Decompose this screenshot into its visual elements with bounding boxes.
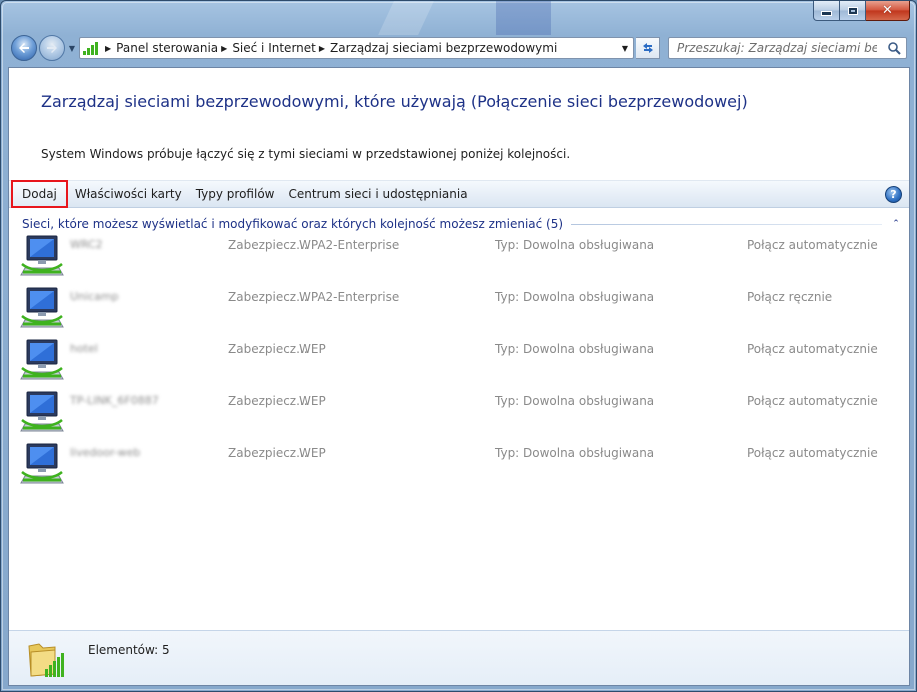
breadcrumb-manage-wireless[interactable]: Zarządzaj sieciami bezprzewodowymi bbox=[330, 41, 557, 55]
back-arrow-icon bbox=[19, 43, 29, 53]
item-count: Elementów: 5 bbox=[88, 643, 170, 657]
security-label: Zabezpiecz... bbox=[228, 342, 308, 356]
network-center-button[interactable]: Centrum sieci i udostępniania bbox=[281, 181, 474, 207]
forward-arrow-icon bbox=[47, 43, 57, 53]
wireless-network-computer-icon bbox=[20, 391, 64, 432]
network-row[interactable]: WRC2 Zabezpiecz... WPA2-Enterprise Typ: Dowo… bbox=[9, 234, 909, 286]
security-value: WEP bbox=[299, 394, 326, 408]
connection-mode: Połącz automatycznie bbox=[747, 394, 878, 408]
network-row[interactable]: hotel Zabezpiecz... WEP Typ: Dowolna obsługi… bbox=[9, 338, 909, 390]
search-icon[interactable] bbox=[887, 41, 901, 55]
wireless-signal-icon bbox=[83, 42, 98, 55]
network-row[interactable]: TP-LINK_6F0887 Zabezpiecz... WEP Typ: Dowoln… bbox=[9, 390, 909, 442]
security-label: Zabezpiecz... bbox=[228, 446, 308, 460]
connection-mode: Połącz ręcznie bbox=[747, 290, 833, 304]
titlebar-glass-streak bbox=[378, 1, 434, 35]
network-list: WRC2 Zabezpiecz... WPA2-Enterprise Typ: Dowo… bbox=[9, 234, 909, 494]
content-pane: Zarządzaj sieciami bezprzewodowymi, któr… bbox=[8, 67, 910, 686]
command-bar: Dodaj Właściwości karty Typy profilów Ce… bbox=[9, 180, 909, 208]
type-label: Typ: bbox=[495, 446, 520, 460]
wireless-network-computer-icon bbox=[20, 287, 64, 328]
page-description: System Windows próbuje łączyć się z tymi… bbox=[41, 147, 571, 161]
type-value: Dowolna obsługiwana bbox=[523, 342, 655, 356]
minimize-icon bbox=[821, 11, 832, 16]
network-name: WRC2 bbox=[70, 238, 103, 251]
security-value: WEP bbox=[299, 342, 326, 356]
type-label: Typ: bbox=[495, 394, 520, 408]
page-title: Zarządzaj sieciami bezprzewodowymi, któr… bbox=[41, 92, 748, 111]
titlebar-glass-streak bbox=[496, 1, 551, 35]
security-label: Zabezpiecz... bbox=[228, 238, 308, 252]
address-bar[interactable]: ▶ Panel sterowania ▶ Sieć i Internet ▶ Z… bbox=[79, 37, 634, 59]
network-name: livedoor-web bbox=[70, 446, 141, 459]
connection-mode: Połącz automatycznie bbox=[747, 342, 878, 356]
breadcrumb-network-internet[interactable]: Sieć i Internet bbox=[232, 41, 316, 55]
adapter-properties-button[interactable]: Właściwości karty bbox=[68, 181, 189, 207]
wireless-network-computer-icon bbox=[20, 235, 64, 276]
security-label: Zabezpiecz... bbox=[228, 394, 308, 408]
wireless-network-computer-icon bbox=[20, 443, 64, 484]
network-row[interactable]: Unicamp Zabezpiecz... WPA2-Enterprise Typ: D… bbox=[9, 286, 909, 338]
type-value: Dowolna obsługiwana bbox=[523, 238, 655, 252]
wireless-network-computer-icon bbox=[20, 339, 64, 380]
forward-button[interactable] bbox=[39, 35, 65, 61]
maximize-icon bbox=[847, 6, 858, 15]
type-value: Dowolna obsługiwana bbox=[523, 290, 655, 304]
type-label: Typ: bbox=[495, 290, 520, 304]
chevron-right-icon[interactable]: ▶ bbox=[105, 44, 111, 53]
chevron-down-icon: ▼ bbox=[68, 43, 76, 53]
chevron-right-icon[interactable]: ▶ bbox=[221, 44, 227, 53]
minimize-button[interactable] bbox=[813, 1, 840, 21]
details-pane: Elementów: 5 bbox=[9, 630, 909, 685]
group-divider bbox=[571, 223, 882, 225]
connection-mode: Połącz automatycznie bbox=[747, 238, 878, 252]
chevron-right-icon[interactable]: ▶ bbox=[319, 44, 325, 53]
close-icon: ✕ bbox=[882, 3, 893, 18]
network-name: Unicamp bbox=[70, 290, 119, 303]
security-label: Zabezpiecz... bbox=[228, 290, 308, 304]
collapse-icon[interactable]: ⌃ bbox=[890, 219, 902, 229]
recent-pages-dropdown[interactable]: ▼ bbox=[67, 42, 77, 54]
connection-mode: Połącz automatycznie bbox=[747, 446, 878, 460]
refresh-icon bbox=[642, 43, 653, 53]
maximize-button[interactable] bbox=[840, 1, 866, 21]
address-history-dropdown[interactable]: ▼ bbox=[617, 38, 633, 58]
network-group-header[interactable]: Sieci, które możesz wyświetlać i modyfik… bbox=[22, 216, 902, 232]
help-icon[interactable]: ? bbox=[885, 186, 902, 203]
search-input[interactable] bbox=[677, 41, 877, 55]
back-button[interactable] bbox=[11, 35, 37, 61]
wireless-folder-icon bbox=[28, 643, 64, 677]
type-value: Dowolna obsługiwana bbox=[523, 446, 655, 460]
type-label: Typ: bbox=[495, 342, 520, 356]
network-name: hotel bbox=[70, 342, 98, 355]
type-value: Dowolna obsługiwana bbox=[523, 394, 655, 408]
network-row[interactable]: livedoor-web Zabezpiecz... WEP Typ: Dowolna … bbox=[9, 442, 909, 494]
add-button[interactable]: Dodaj bbox=[11, 180, 68, 208]
close-button[interactable]: ✕ bbox=[866, 1, 910, 21]
security-value: WEP bbox=[299, 446, 326, 460]
type-label: Typ: bbox=[495, 238, 520, 252]
profile-types-button[interactable]: Typy profilów bbox=[189, 181, 282, 207]
address-location bbox=[80, 38, 102, 58]
breadcrumb-control-panel[interactable]: Panel sterowania bbox=[116, 41, 218, 55]
security-value: WPA2-Enterprise bbox=[299, 290, 400, 304]
caption-buttons: ✕ bbox=[813, 1, 910, 21]
window-frame: ✕ ▼ ▶ Panel sterowania ▶ Sieć i Internet… bbox=[0, 0, 917, 692]
security-value: WPA2-Enterprise bbox=[299, 238, 400, 252]
chevron-down-icon: ▼ bbox=[621, 43, 629, 53]
group-title: Sieci, które możesz wyświetlać i modyfik… bbox=[22, 217, 564, 231]
network-name: TP-LINK_6F0887 bbox=[70, 394, 159, 407]
search-box[interactable] bbox=[668, 37, 907, 59]
refresh-button[interactable] bbox=[636, 37, 660, 59]
